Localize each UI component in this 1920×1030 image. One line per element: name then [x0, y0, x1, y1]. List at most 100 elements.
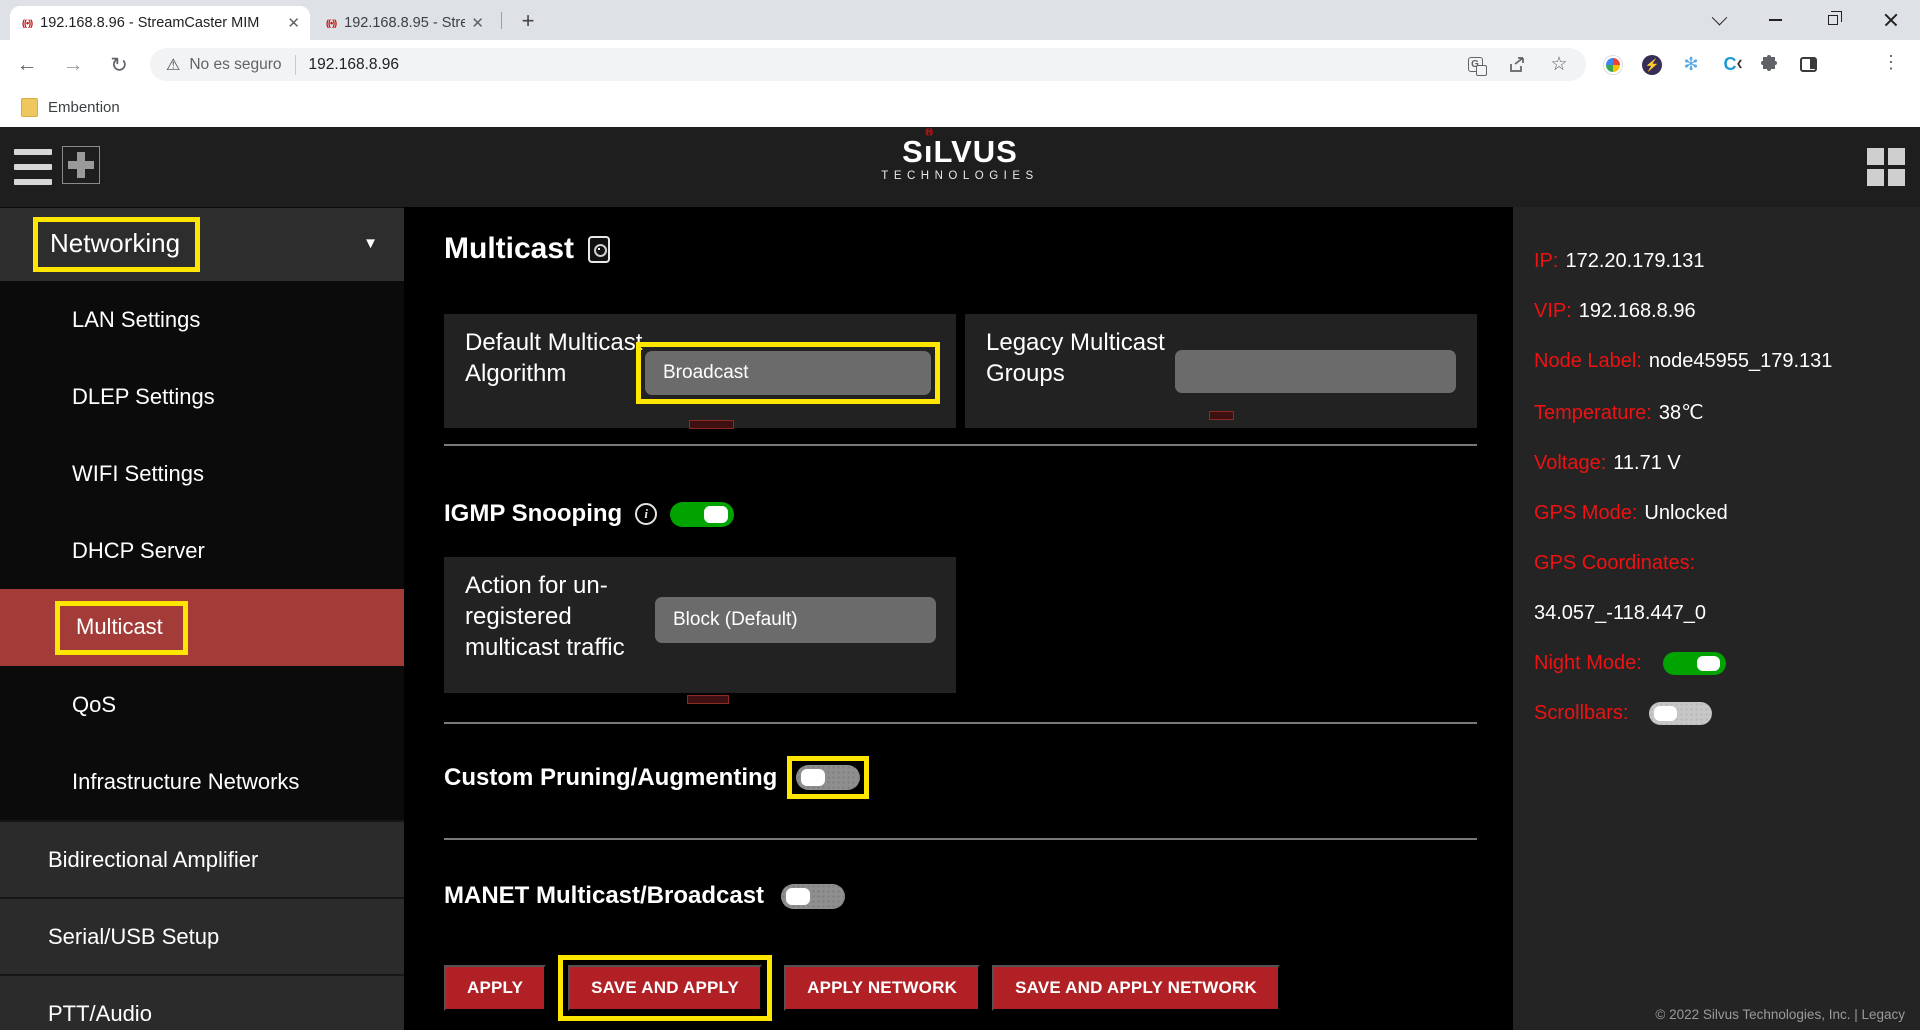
info-row-temperature: Temperature:38℃ [1534, 400, 1920, 425]
section-divider [444, 722, 1477, 724]
custom-pruning-label: Custom Pruning/Augmenting [444, 764, 777, 792]
translate-icon[interactable]: G [1464, 54, 1486, 76]
new-tab-button[interactable]: + [514, 7, 542, 35]
not-secure-warning-icon[interactable]: ⚠ [166, 55, 180, 75]
sidebar-item-label: Multicast [76, 614, 163, 640]
action-unregistered-panel: Action for un-registered multicast traff… [444, 557, 956, 693]
sidebar-item-qos[interactable]: QoS [0, 666, 404, 743]
sidebar-item-serial-usb-setup[interactable]: Serial/USB Setup [0, 897, 404, 974]
tab-streamcaster-96[interactable]: ((•)) 192.168.8.96 - StreamCaster MIM ✕ [10, 6, 310, 40]
window-restore-button[interactable] [1810, 0, 1856, 40]
side-panel-icon[interactable] [1797, 54, 1819, 76]
sidebar-item-dhcp-server[interactable]: DHCP Server [0, 512, 404, 589]
grid-layout-icon[interactable] [1867, 148, 1905, 186]
sidebar-item-multicast[interactable]: Multicast [0, 589, 404, 666]
sidebar-item-bidirectional-amplifier[interactable]: Bidirectional Amplifier [0, 820, 404, 897]
address-bar[interactable]: ⚠ No es seguro 192.168.8.96 G ☆ [150, 48, 1586, 81]
night-mode-label: Night Mode: [1534, 652, 1642, 675]
close-tab-icon[interactable]: ✕ [471, 16, 484, 31]
omnibox-separator [295, 55, 296, 75]
legacy-multicast-groups-input[interactable] [1175, 350, 1456, 393]
tab-title: 192.168.8.95 - StreamCaster MIM [344, 15, 465, 31]
snowflake-extension-icon[interactable]: ✻ [1680, 54, 1702, 76]
manual-icon[interactable] [588, 236, 610, 263]
info-row-gps-coordinates: GPS Coordinates: [1534, 552, 1920, 575]
chevron-down-icon: ▼ [363, 235, 378, 252]
info-icon[interactable]: i [635, 503, 657, 525]
info-row-vip: VIP:192.168.8.96 [1534, 300, 1920, 323]
gps-coordinates-value: 34.057_-118.447_0 [1534, 602, 1920, 625]
annotation-box-custom-pruning-toggle [787, 756, 869, 799]
app-header: Sı((•))LVUS TECHNOLOGIES [0, 127, 1920, 207]
forward-icon[interactable]: → [58, 50, 88, 80]
info-row-node-label: Node Label:node45955_179.131 [1534, 350, 1920, 373]
night-mode-toggle[interactable] [1663, 652, 1726, 675]
node-info-panel: IP:172.20.179.131 VIP:192.168.8.96 Node … [1513, 207, 1920, 1030]
section-divider [444, 838, 1477, 840]
default-multicast-algorithm-select[interactable]: Broadcast [645, 351, 931, 395]
tooltip-anchor-mark [1209, 411, 1234, 420]
info-row-ip: IP:172.20.179.131 [1534, 250, 1920, 273]
sidebar-section-networking[interactable]: Networking ▼ [0, 207, 404, 281]
scrollbars-row: Scrollbars: [1534, 702, 1920, 725]
save-and-apply-button[interactable]: SAVE AND APPLY [568, 965, 762, 1011]
apply-button[interactable]: APPLY [444, 965, 546, 1011]
antenna-icon: ((•)) [925, 129, 932, 136]
bookmark-embention[interactable]: Embention [48, 99, 120, 116]
igmp-snooping-label: IGMP Snooping [444, 500, 622, 528]
main-content: Multicast Default Multicast Algorithm Br… [404, 207, 1513, 1030]
window-close-button[interactable] [1868, 0, 1914, 40]
action-unregistered-select[interactable]: Block (Default) [655, 597, 936, 643]
tab-search-chevron-icon[interactable] [1696, 0, 1742, 40]
browser-menu-icon[interactable]: ⋮ [1882, 52, 1900, 73]
page-title: Multicast [444, 232, 574, 266]
sidebar-item-wifi-settings[interactable]: WIFI Settings [0, 435, 404, 512]
bookmark-star-icon[interactable]: ☆ [1548, 54, 1570, 76]
custom-pruning-toggle[interactable] [796, 765, 860, 790]
annotation-box-algorithm-dropdown: Broadcast [636, 342, 940, 404]
night-mode-row: Night Mode: [1534, 652, 1920, 675]
photos-extension-icon[interactable] [1602, 54, 1624, 76]
info-row-voltage: Voltage:11.71 V [1534, 452, 1920, 475]
manet-multicast-label: MANET Multicast/Broadcast [444, 882, 764, 910]
scrollbars-label: Scrollbars: [1534, 702, 1628, 725]
save-and-apply-network-button[interactable]: SAVE AND APPLY NETWORK [992, 965, 1280, 1011]
sidebar-item-infrastructure-networks[interactable]: Infrastructure Networks [0, 743, 404, 820]
c-extension-icon[interactable]: C [1719, 54, 1741, 76]
field-label: Legacy Multicast Groups [986, 327, 1176, 389]
close-tab-icon[interactable]: ✕ [287, 16, 300, 31]
url-text[interactable]: 192.168.8.96 [309, 56, 400, 74]
annotation-box-multicast: Multicast [55, 601, 188, 655]
security-label[interactable]: No es seguro [189, 56, 281, 74]
copyright-footer: © 2022 Silvus Technologies, Inc. | Legac… [1655, 1007, 1905, 1022]
tab-streamcaster-95[interactable]: ((•)) 192.168.8.95 - StreamCaster MIM ✕ [314, 6, 494, 40]
scrollbars-toggle[interactable] [1649, 702, 1712, 725]
add-node-icon[interactable] [62, 146, 100, 184]
reload-icon[interactable]: ↻ [104, 50, 134, 80]
share-icon[interactable] [1506, 54, 1528, 76]
back-icon[interactable]: ← [12, 50, 42, 80]
bookmarks-bar: Embention [0, 88, 1920, 127]
annotation-box-networking: Networking [33, 217, 200, 272]
browser-tab-strip: ((•)) 192.168.8.96 - StreamCaster MIM ✕ … [0, 0, 1920, 40]
tab-title: 192.168.8.96 - StreamCaster MIM [40, 15, 281, 31]
sidebar-nav: Networking ▼ LAN Settings DLEP Settings … [0, 207, 404, 1030]
hamburger-menu-icon[interactable] [14, 149, 54, 185]
sidebar-item-ptt-audio[interactable]: PTT/Audio [0, 974, 404, 1030]
tooltip-anchor-mark [687, 695, 729, 704]
bolt-extension-icon[interactable]: ⚡ [1641, 54, 1663, 76]
silvus-logo: Sı((•))LVUS TECHNOLOGIES [0, 136, 1920, 182]
sidebar-item-lan-settings[interactable]: LAN Settings [0, 281, 404, 358]
igmp-snooping-toggle[interactable] [670, 502, 734, 527]
bookmark-favicon [21, 98, 38, 117]
extensions-row: ⚡ ✻ C [1602, 48, 1819, 81]
manet-multicast-toggle[interactable] [781, 884, 845, 909]
annotation-box-save-and-apply: SAVE AND APPLY [558, 955, 772, 1021]
info-row-gps-mode: GPS Mode:Unlocked [1534, 502, 1920, 525]
tooltip-anchor-mark [689, 420, 734, 429]
sidebar-section-label: Networking [50, 228, 180, 259]
puzzle-extensions-icon[interactable] [1758, 54, 1780, 76]
sidebar-item-dlep-settings[interactable]: DLEP Settings [0, 358, 404, 435]
window-minimize-button[interactable] [1752, 0, 1798, 40]
apply-network-button[interactable]: APPLY NETWORK [784, 965, 980, 1011]
